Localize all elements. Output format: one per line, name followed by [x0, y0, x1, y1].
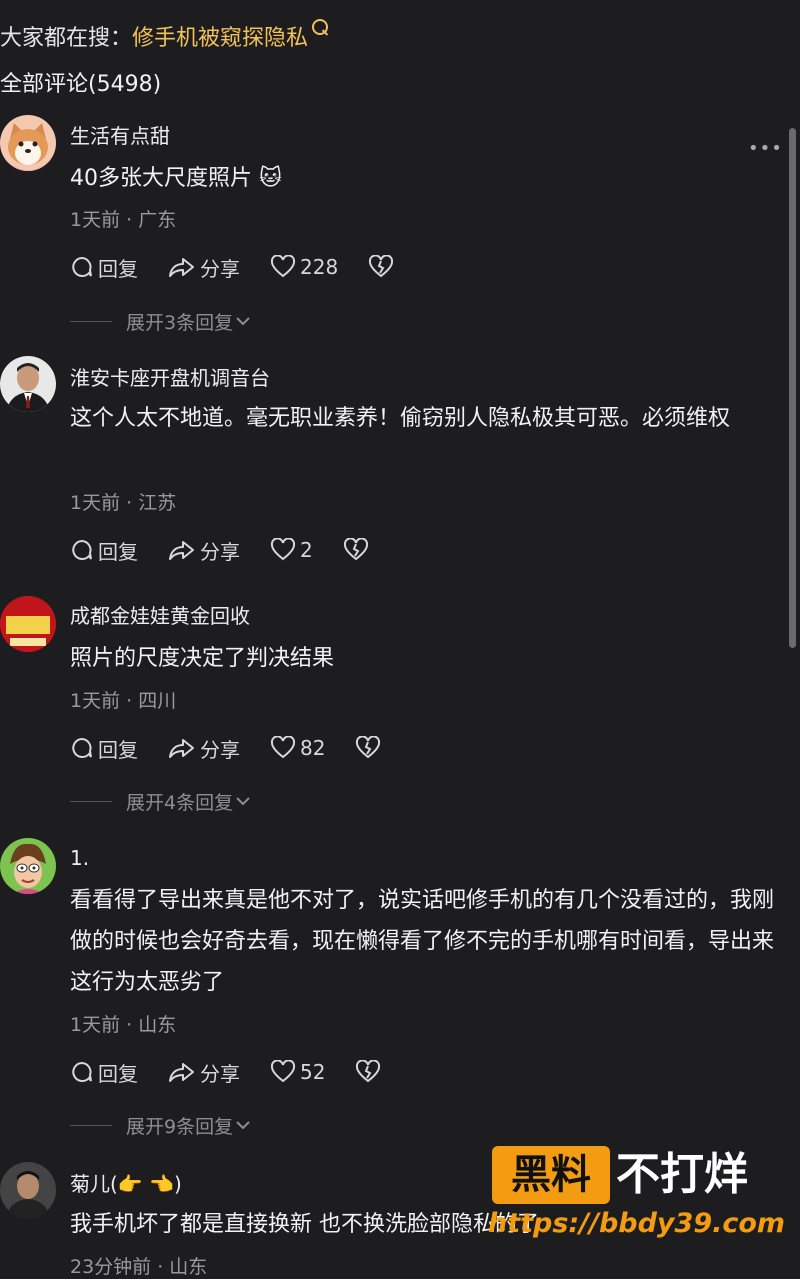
watermark-url: https://bbdy39.com — [488, 1208, 786, 1239]
reply-label: 回复 — [98, 1061, 138, 1086]
trending-search-keyword[interactable]: 修手机被窥探隐私 — [132, 26, 308, 51]
comment-text: 看看得了导出来真是他不对了，说实话吧修手机的有几个没看过的，我刚做的时候也会好奇… — [70, 888, 775, 995]
comment-author[interactable]: 淮安卡座开盘机调音台 — [70, 362, 270, 391]
heart-icon — [270, 538, 296, 561]
share-button[interactable]: 分享 — [168, 536, 240, 565]
broken-heart-icon — [356, 736, 381, 759]
expand-replies-button[interactable]: 展开9条回复 — [70, 1110, 253, 1140]
watermark: 黑料 不打烊 https://bbdy39.com — [488, 1146, 792, 1246]
broken-heart-icon — [343, 538, 368, 561]
chevron-down-icon — [236, 1121, 250, 1130]
dislike-button[interactable] — [343, 538, 373, 562]
watermark-badge: 黑料 — [492, 1146, 610, 1204]
comment-text: 照片的尺度决定了判决结果 — [70, 646, 335, 671]
like-count: 82 — [300, 736, 326, 760]
divider — [70, 1124, 112, 1126]
scrollbar[interactable] — [789, 128, 796, 648]
comment-author[interactable]: 生活有点甜 — [70, 120, 170, 149]
dislike-button[interactable] — [355, 1060, 385, 1084]
reply-label: 回复 — [98, 539, 138, 564]
comment-author[interactable]: 1. — [70, 846, 89, 870]
divider — [70, 320, 112, 322]
trending-search-prefix: 大家都在搜： — [0, 26, 133, 51]
share-label: 分享 — [200, 539, 240, 564]
share-icon — [169, 258, 194, 277]
comment-meta: 1天前 · 山东 — [70, 1014, 177, 1036]
share-label: 分享 — [200, 256, 240, 281]
comment-text: 这个人太不地道。毫无职业素养！偷窃别人隐私极其可恶。必须维权 — [70, 406, 731, 431]
share-button[interactable]: 分享 — [168, 734, 240, 763]
expand-replies-button[interactable]: 展开3条回复 — [70, 306, 253, 336]
avatar[interactable] — [0, 115, 56, 171]
avatar[interactable] — [0, 1162, 56, 1218]
expand-label: 展开3条回复 — [126, 311, 234, 334]
share-button[interactable]: 分享 — [168, 253, 240, 282]
reply-icon — [72, 1061, 92, 1082]
comment-actions: 回复 分享 2 — [70, 535, 403, 565]
broken-heart-icon — [356, 1060, 381, 1083]
trending-search[interactable]: 大家都在搜：修手机被窥探隐私 — [0, 19, 329, 52]
comment-actions: 回复 分享 52 — [70, 1057, 415, 1087]
dislike-button[interactable] — [368, 255, 398, 279]
chevron-down-icon — [236, 797, 250, 806]
reply-icon — [72, 256, 92, 277]
avatar[interactable] — [0, 838, 56, 894]
comment-author[interactable]: 菊儿(👉 👈) — [70, 1168, 182, 1197]
reply-button[interactable]: 回复 — [70, 536, 138, 565]
broken-heart-icon — [369, 255, 394, 278]
heart-icon — [270, 736, 296, 759]
share-label: 分享 — [200, 737, 240, 762]
comment-meta: 1天前 · 四川 — [70, 690, 177, 712]
comment-count-heading: 全部评论(5498) — [0, 72, 162, 97]
comment-actions: 回复 分享 82 — [70, 733, 415, 763]
comment-meta: 1天前 · 广东 — [70, 209, 177, 231]
reply-label: 回复 — [98, 256, 138, 281]
like-count: 228 — [300, 255, 339, 279]
reply-icon — [72, 737, 92, 758]
share-icon — [169, 541, 194, 560]
divider — [70, 800, 112, 802]
dislike-button[interactable] — [355, 736, 385, 760]
avatar[interactable] — [0, 356, 56, 412]
like-button[interactable]: 2 — [270, 538, 313, 562]
more-icon[interactable]: ••• — [748, 138, 783, 159]
expand-label: 展开9条回复 — [126, 1115, 234, 1138]
watermark-text: 不打烊 — [616, 1149, 748, 1200]
expand-label: 展开4条回复 — [126, 791, 234, 814]
like-button[interactable]: 228 — [270, 255, 338, 279]
reply-icon — [72, 539, 92, 560]
heart-icon — [270, 1060, 296, 1083]
reply-label: 回复 — [98, 737, 138, 762]
avatar[interactable] — [0, 596, 56, 652]
like-count: 2 — [300, 538, 313, 562]
share-button[interactable]: 分享 — [168, 1058, 240, 1087]
heart-icon — [270, 255, 296, 278]
expand-replies-button[interactable]: 展开4条回复 — [70, 786, 253, 816]
comment-meta: 1天前 · 江苏 — [70, 492, 177, 514]
comment-author[interactable]: 成都金娃娃黄金回收 — [70, 600, 250, 629]
share-icon — [169, 739, 194, 758]
reply-button[interactable]: 回复 — [70, 1058, 138, 1087]
reply-button[interactable]: 回复 — [70, 253, 138, 282]
share-label: 分享 — [200, 1061, 240, 1086]
search-icon[interactable] — [312, 19, 329, 35]
chevron-down-icon — [236, 317, 250, 326]
share-icon — [169, 1063, 194, 1082]
comment-meta: 23分钟前 · 山东 — [70, 1256, 208, 1278]
comment-actions: 回复 分享 228 — [70, 252, 428, 282]
comment-text: 40多张大尺度照片 🐱 — [70, 166, 282, 191]
like-button[interactable]: 82 — [270, 736, 325, 760]
like-count: 52 — [300, 1060, 326, 1084]
like-button[interactable]: 52 — [270, 1060, 325, 1084]
reply-button[interactable]: 回复 — [70, 734, 138, 763]
